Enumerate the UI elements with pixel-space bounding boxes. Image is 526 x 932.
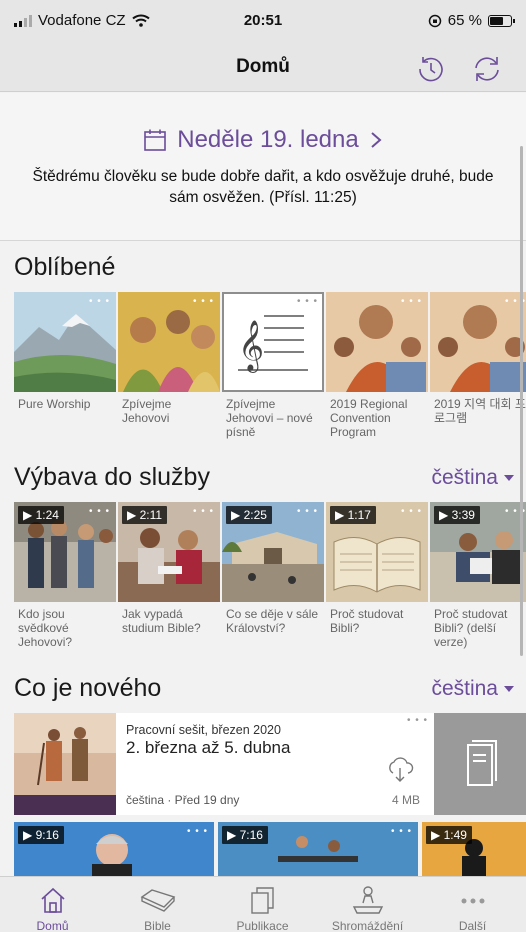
- favorites-title: Oblíbené: [14, 253, 116, 281]
- video-duration: ▶ 1:17: [330, 506, 376, 524]
- video-duration: ▶ 7:16: [222, 826, 268, 844]
- more-options-icon[interactable]: • • •: [89, 506, 110, 517]
- workbook-size: 4 MB: [391, 793, 420, 807]
- meetings-icon: [352, 886, 383, 914]
- video-card[interactable]: ▶ 1:49: [422, 822, 526, 878]
- bible-icon: [140, 889, 175, 912]
- thumbnail-convention-program: [326, 292, 428, 392]
- thumbnail-pure-worship: [14, 292, 116, 392]
- ministry-row: ▶ 1:24 • • • Kdo jsou svědkové Jehovovi?…: [0, 502, 526, 654]
- new-videos-row: ▶ 9:16 • • • ▶ 7:16 • • • ▶ 1:49: [14, 822, 526, 878]
- battery-icon: [488, 14, 515, 27]
- favorite-label: Pure Worship: [18, 397, 91, 411]
- video-duration: ▶ 1:24: [18, 506, 64, 524]
- tab-more[interactable]: Další: [420, 877, 525, 932]
- more-options-icon[interactable]: • • •: [391, 826, 412, 837]
- tab-label: Další: [458, 919, 487, 932]
- daily-text-date-label: Neděle 19. ledna: [177, 126, 359, 153]
- thumbnail-new-songs: 𝄞: [222, 292, 324, 392]
- orientation-lock-icon: [428, 14, 442, 27]
- status-bar: Vodafone CZ 20:51 65 %: [0, 0, 526, 44]
- more-options-icon[interactable]: • • •: [407, 715, 428, 726]
- daily-text-panel[interactable]: Neděle 19. ledna Štědrému člověku se bud…: [0, 93, 526, 241]
- video-label: Proč studovat Bibli?: [330, 607, 404, 635]
- caret-down-icon: [504, 475, 514, 481]
- video-duration: ▶ 9:16: [18, 826, 64, 844]
- more-options-icon[interactable]: • • •: [193, 506, 214, 517]
- navigation-bar: Domů: [0, 44, 526, 92]
- publications-icon: [250, 887, 274, 914]
- more-options-icon[interactable]: • • •: [401, 296, 422, 307]
- caret-down-icon: [504, 686, 514, 692]
- tab-publications[interactable]: Publikace: [210, 877, 315, 932]
- video-label: Kdo jsou svědkové Jehovovi?: [18, 607, 73, 649]
- workbook-kicker: Pracovní sešit, březen 2020: [126, 723, 281, 737]
- more-options-icon[interactable]: • • •: [193, 296, 214, 307]
- language-label: čeština: [431, 466, 498, 489]
- video-card[interactable]: ▶ 7:16 • • •: [218, 822, 418, 878]
- sync-icon[interactable]: [470, 52, 504, 86]
- history-icon[interactable]: [414, 52, 448, 86]
- favorite-label: Zpívejme Jehovovi: [122, 397, 172, 425]
- tab-bar: Domů Bible Publikace Shromáždění Další: [0, 876, 526, 932]
- publication-tile[interactable]: [434, 713, 526, 815]
- svg-text:𝄞: 𝄞: [238, 320, 264, 373]
- video-label: Co se děje v sále Království?: [226, 607, 319, 635]
- tab-label: Domů: [36, 919, 69, 932]
- more-options-icon[interactable]: • • •: [89, 296, 110, 307]
- battery-percent: 65 %: [447, 12, 482, 29]
- video-label: Proč studovat Bibli? (delší verze): [434, 607, 508, 649]
- video-duration: ▶ 2:25: [226, 506, 272, 524]
- publication-icon: [467, 740, 497, 786]
- home-icon: [40, 887, 65, 913]
- thumbnail-convention-program-korean: [430, 292, 526, 392]
- favorites-row: • • • Pure Worship • • • Zpívejme Jehovo…: [0, 292, 526, 444]
- whats-new-language-select[interactable]: čeština: [431, 677, 514, 701]
- video-duration: ▶ 2:11: [122, 506, 168, 524]
- workbook-thumbnail: [14, 713, 116, 815]
- more-icon: [461, 898, 484, 904]
- tab-label: Publikace: [236, 919, 289, 932]
- daily-text-date[interactable]: Neděle 19. ledna: [0, 126, 526, 154]
- more-options-icon[interactable]: • • •: [401, 506, 422, 517]
- video-label: Jak vypadá studium Bible?: [122, 607, 201, 635]
- more-options-icon[interactable]: • • •: [297, 506, 318, 517]
- ministry-language-select[interactable]: čeština: [431, 466, 514, 490]
- tab-bible[interactable]: Bible: [105, 877, 210, 932]
- workbook-headline: 2. března až 5. dubna: [126, 738, 291, 757]
- whats-new-title: Co je nového: [14, 674, 162, 702]
- ministry-title: Výbava do služby: [14, 463, 210, 491]
- tab-label: Shromáždění: [331, 919, 404, 932]
- daily-text-scripture: Štědrému člověku se bude dobře dařit, a …: [32, 168, 494, 206]
- video-card[interactable]: ▶ 9:16 • • •: [14, 822, 214, 878]
- video-duration: ▶ 3:39: [434, 506, 480, 524]
- chevron-right-icon: [371, 132, 382, 148]
- thumbnail-sing-to-jehovah: [118, 292, 220, 392]
- tab-meetings[interactable]: Shromáždění: [315, 877, 420, 932]
- more-options-icon[interactable]: • • •: [187, 826, 208, 837]
- favorite-label: Zpívejme Jehovovi – nové písně: [226, 397, 313, 439]
- workbook-meta: čeština · Před 19 dny: [126, 793, 240, 807]
- video-duration: ▶ 1:49: [426, 826, 472, 844]
- tab-label: Bible: [144, 919, 171, 932]
- calendar-icon: [144, 129, 167, 151]
- favorite-label: 2019 지역 대회 프로그램: [434, 397, 526, 425]
- favorite-label: 2019 Regional Convention Program: [330, 397, 408, 439]
- battery-status: 65 %: [428, 12, 515, 29]
- language-label: čeština: [431, 677, 498, 700]
- workbook-card[interactable]: Pracovní sešit, březen 2020 2. března až…: [14, 713, 434, 815]
- download-cloud-icon[interactable]: [386, 757, 414, 783]
- more-options-icon[interactable]: • • •: [297, 296, 318, 307]
- tab-home[interactable]: Domů: [0, 877, 105, 932]
- scrollbar[interactable]: [520, 146, 523, 656]
